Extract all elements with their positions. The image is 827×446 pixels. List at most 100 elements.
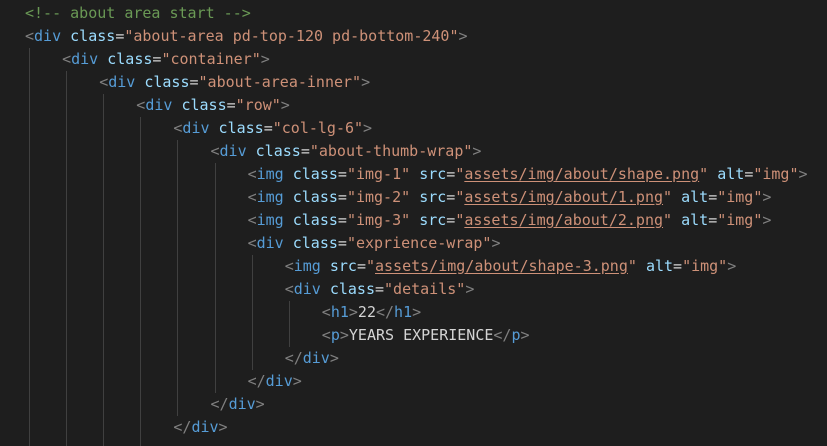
code-tag-name: div [191, 418, 219, 436]
code-equals: = [356, 257, 366, 275]
code-equals: = [337, 165, 347, 183]
indent-guide [29, 94, 30, 117]
code-bracket: < [284, 257, 294, 275]
code-line[interactable]: <img src="assets/img/about/shape-3.png" … [285, 255, 737, 278]
indent-guide [103, 416, 105, 439]
code-line[interactable]: <div class="about-area-inner"> [99, 71, 370, 94]
indent-guide [103, 163, 105, 186]
code-bracket: < [99, 73, 109, 91]
indent-guide [140, 416, 142, 439]
code-bracket: > [412, 303, 422, 321]
code-link[interactable]: assets/img/about/2.png [464, 211, 663, 229]
code-attribute: src [419, 211, 447, 229]
indent-guide [214, 301, 216, 324]
code-bracket: > [762, 188, 772, 206]
code-line[interactable]: </div> [248, 370, 302, 393]
code-tag-name: img [256, 211, 284, 229]
code-line[interactable]: <div class="container"> [62, 48, 270, 71]
indent-guide [66, 140, 68, 163]
code-line[interactable]: </div> [173, 416, 227, 439]
code-line[interactable]: <div class="col-lg-6"> [173, 117, 372, 140]
code-bracket: > [458, 27, 468, 45]
code-bracket: < [62, 50, 72, 68]
code-line[interactable]: </div> [285, 347, 339, 370]
indent-guide [66, 71, 68, 94]
indent-guide [177, 140, 179, 163]
code-equals: = [446, 188, 456, 206]
indent-guide [103, 301, 105, 324]
code-line[interactable]: <div class="row"> [136, 94, 290, 117]
code-bracket: </ [247, 372, 266, 390]
indent-guide [29, 370, 30, 393]
code-bracket: < [321, 303, 331, 321]
indent-guide [140, 209, 142, 232]
code-attribute: class [255, 142, 301, 160]
code-string: "img" [682, 257, 728, 275]
code-line[interactable]: <img class="img-3" src="assets/img/about… [248, 209, 772, 232]
code-link[interactable]: assets/img/about/1.png [464, 188, 663, 206]
indent-guide [177, 301, 179, 324]
code-string: "img-2" [346, 188, 411, 206]
indent-guide [177, 255, 179, 278]
code-comment: <!-- about area start --> [25, 4, 251, 22]
code-attribute: class [292, 234, 338, 252]
code-line[interactable]: <div class="about-area pd-top-120 pd-bot… [25, 25, 468, 48]
code-tag-name: div [219, 142, 247, 160]
code-bracket: > [361, 73, 371, 91]
indent-guide [29, 278, 30, 301]
code-attribute: alt [717, 165, 745, 183]
indent-guide [103, 209, 105, 232]
code-string: " [455, 165, 465, 183]
code-line[interactable]: </div> [211, 393, 265, 416]
indent-guide [140, 140, 142, 163]
code-tag-name: div [182, 119, 210, 137]
indent-guide [177, 370, 179, 393]
code-editor[interactable]: <!-- about area start --> <div class="abo… [0, 0, 827, 446]
indent-guide [29, 163, 30, 186]
code-equals: = [263, 119, 273, 137]
indent-guide [214, 232, 216, 255]
code-text: YEARS EXPERIENCE [348, 326, 494, 344]
indent-guide [29, 232, 30, 255]
code-bracket: < [210, 142, 220, 160]
code-line[interactable]: <div class="about-thumb-wrap"> [211, 140, 482, 163]
code-link[interactable]: assets/img/about/shape-3.png [375, 257, 628, 275]
code-bracket: > [472, 142, 482, 160]
code-bracket: > [798, 165, 808, 183]
code-bracket: > [363, 119, 373, 137]
code-line[interactable]: <div class="exprience-wrap"> [248, 232, 501, 255]
code-line[interactable]: <!-- about area start --> [25, 2, 251, 25]
code-line[interactable]: <p>YEARS EXPERIENCE</p> [322, 324, 530, 347]
code-bracket: > [727, 257, 737, 275]
indent-guide [177, 232, 179, 255]
indent-guide [103, 117, 105, 140]
indent-guide [177, 163, 179, 186]
code-string: " [627, 257, 637, 275]
code-tag-name: div [302, 349, 330, 367]
code-string: " [455, 211, 465, 229]
code-line[interactable]: <img class="img-2" src="assets/img/about… [248, 186, 772, 209]
code-tag-name: img [256, 188, 284, 206]
code-attribute: alt [681, 188, 709, 206]
code-link[interactable]: assets/img/about/shape.png [464, 165, 699, 183]
code-string: "img" [753, 165, 799, 183]
indent-guide [140, 370, 142, 393]
code-line[interactable]: <img class="img-1" src="assets/img/about… [248, 163, 808, 186]
code-string: "details" [384, 280, 466, 298]
code-string: "img" [717, 188, 763, 206]
indent-guide [66, 370, 68, 393]
code-line[interactable]: <div class="details"> [285, 278, 475, 301]
code-attribute: src [329, 257, 357, 275]
indent-guide [251, 278, 253, 301]
code-line[interactable]: <h1>22</h1> [322, 301, 421, 324]
